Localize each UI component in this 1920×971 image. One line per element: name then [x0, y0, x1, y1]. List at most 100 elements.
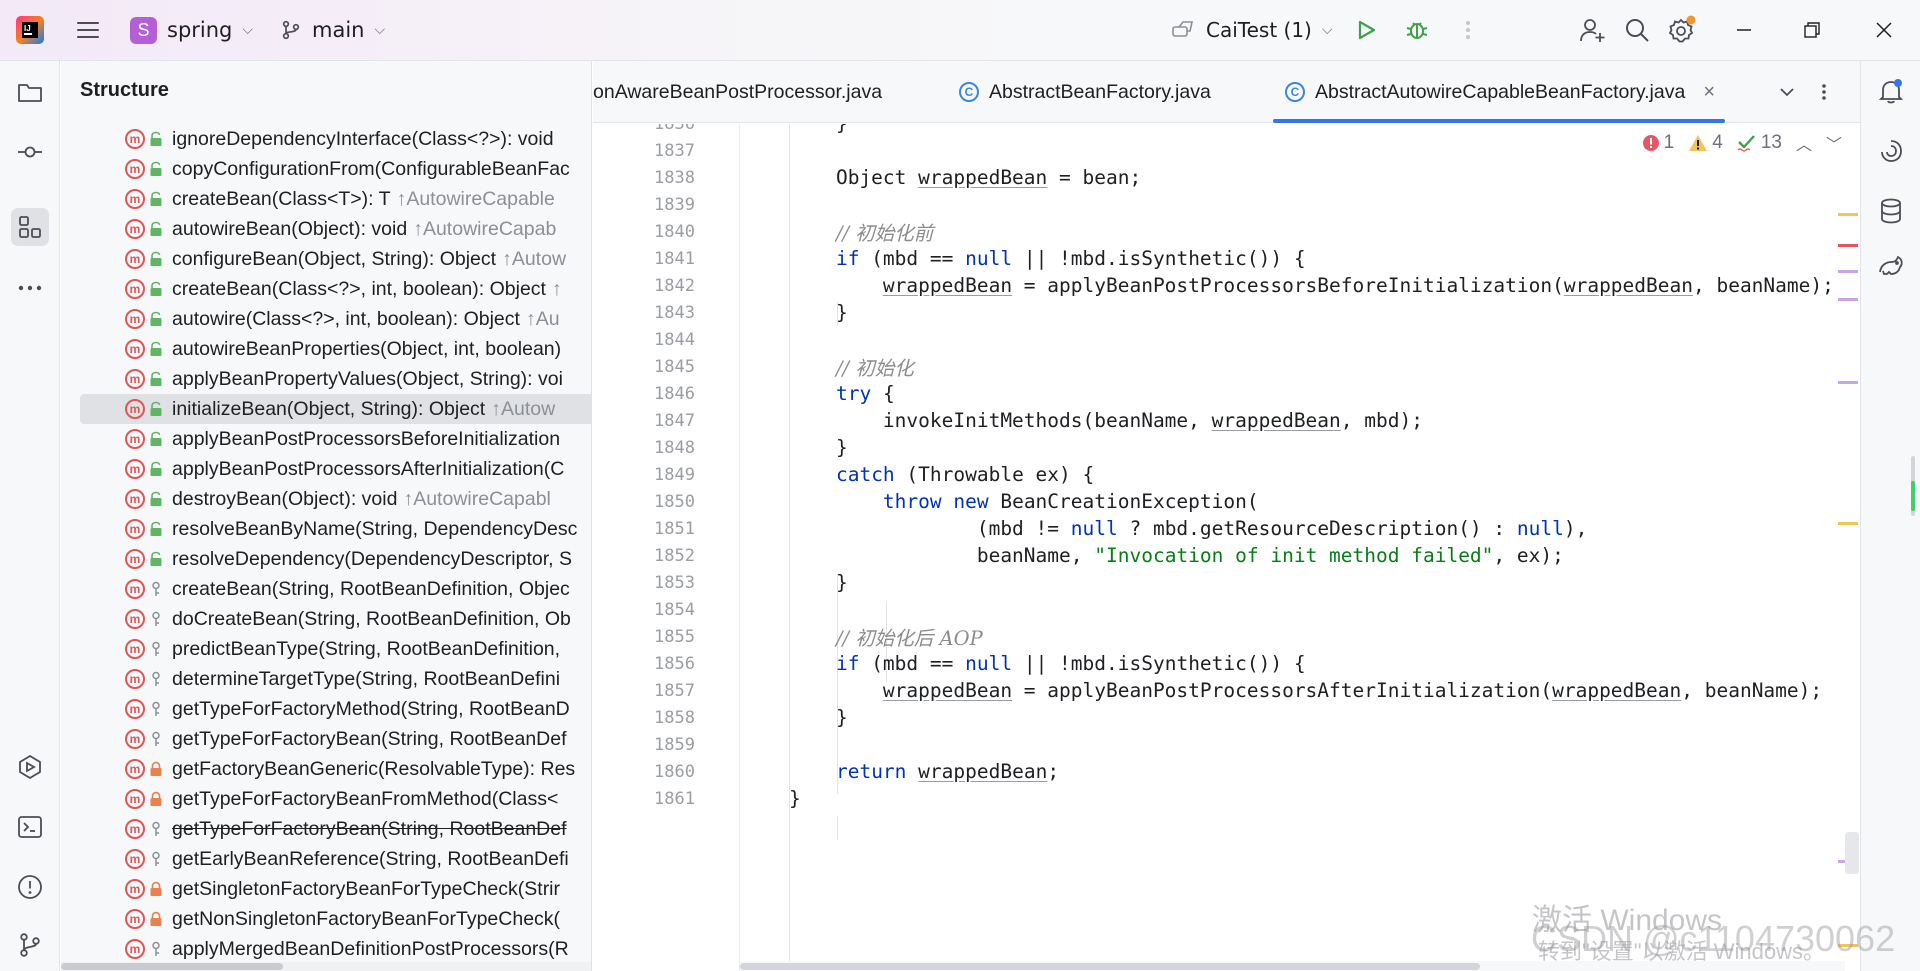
database-icon[interactable] [1873, 193, 1909, 229]
structure-member[interactable]: m doCreateBean(String, RootBeanDefinition… [61, 604, 591, 634]
run-icon[interactable] [1350, 14, 1382, 46]
project-selector[interactable]: S spring ⌵ [130, 14, 253, 46]
protected-visibility-icon [148, 849, 164, 869]
close-window-icon[interactable] [1868, 14, 1900, 46]
structure-member[interactable]: m getTypeForFactoryBeanFromMethod(Class< [61, 784, 591, 814]
line-number: 1838 [654, 167, 695, 188]
project-folder-icon[interactable] [11, 73, 49, 111]
more-actions-icon[interactable] [1452, 14, 1484, 46]
git-branch-icon [282, 20, 300, 40]
app-logo-icon[interactable]: IJ [14, 14, 46, 46]
structure-member[interactable]: m getSingletonFactoryBeanForTypeCheck(Str… [61, 874, 591, 904]
structure-member[interactable]: m applyBeanPostProcessorsAfterInitializat… [61, 454, 591, 484]
project-badge: S [130, 16, 157, 44]
branch-selector[interactable]: main ⌵ [280, 14, 385, 46]
debug-icon[interactable] [1401, 14, 1433, 46]
protected-visibility-icon [148, 579, 164, 599]
structure-member[interactable]: m autowireBean(Object): void ↑AutowireCapa… [61, 214, 591, 244]
structure-horizontal-scrollbar[interactable] [61, 962, 591, 971]
notifications-icon[interactable] [1873, 73, 1909, 109]
main-menu-icon[interactable] [74, 16, 102, 44]
class-icon: C [959, 82, 979, 102]
restore-icon[interactable] [1796, 14, 1828, 46]
warning-marker[interactable] [1838, 522, 1858, 525]
run-config-selector[interactable]: CaiTest (1) ⌵ [1170, 14, 1332, 46]
add-user-icon[interactable] [1576, 14, 1608, 46]
title-bar: IJ S spring ⌵ main ⌵ CaiTest (1) ⌵ [0, 0, 1920, 61]
chevron-down-icon: ⌵ [242, 22, 254, 38]
more-tools-icon[interactable] [11, 269, 49, 307]
structure-member[interactable]: m ignoreDependencyInterface(Class<?>): vo… [61, 124, 591, 154]
search-icon[interactable] [1621, 14, 1653, 46]
previous-highlight-icon[interactable]: ︿ [1796, 131, 1812, 155]
tab-abstract-autowire-capable-bean-factory[interactable]: C AbstractAutowireCapableBeanFactory.jav… [1273, 61, 1726, 123]
code-text: catch (Throwable ex) { [835, 463, 1095, 486]
chevron-down-icon: ⌵ [1321, 22, 1333, 38]
structure-member[interactable]: m applyMergedBeanDefinitionPostProcessors… [61, 934, 591, 964]
structure-member[interactable]: m getTypeForFactoryBean(String, RootBeanD… [61, 814, 591, 844]
method-icon: m [125, 519, 145, 539]
structure-member[interactable]: m getEarlyBeanReference(String, RootBeanD… [61, 844, 591, 874]
line-number: 1861 [654, 788, 695, 809]
warning-marker[interactable] [1838, 213, 1858, 216]
structure-member[interactable]: m createBean(String, RootBeanDefinition, … [61, 574, 591, 604]
terminal-icon[interactable] [11, 808, 49, 846]
tab-label: AbstractAutowireCapableBeanFactory.java [1315, 80, 1686, 103]
warnings-count[interactable]: 4 [1688, 132, 1723, 154]
tab-instantiation-aware-bpp[interactable]: onAwareBeanPostProcessor.java [593, 61, 893, 123]
structure-member[interactable]: m resolveBeanByName(String, DependencyDes… [61, 514, 591, 544]
member-inherited-from: ↑ [551, 277, 562, 300]
code-text: wrappedBean = applyBeanPostProcessorsAft… [882, 679, 1823, 702]
errors-count[interactable]: 1 [1642, 132, 1674, 154]
member-signature: configureBean(Object, String): Object [172, 247, 497, 270]
protected-visibility-icon [148, 699, 164, 719]
services-icon[interactable] [11, 748, 49, 786]
tab-options-icon[interactable] [1821, 61, 1827, 123]
structure-member[interactable]: m copyConfigurationFrom(ConfigurableBeanF… [61, 154, 591, 184]
structure-member[interactable]: m getFactoryBeanGeneric(ResolvableType): … [61, 754, 591, 784]
structure-member[interactable]: m autowire(Class<?>, int, boolean): Objec… [61, 304, 591, 334]
structure-member[interactable]: m getNonSingletonFactoryBeanForTypeCheck( [61, 904, 591, 934]
structure-member[interactable]: m predictBeanType(String, RootBeanDefinit… [61, 634, 591, 664]
maven-gradle-icon[interactable] [1873, 248, 1909, 284]
code-line[interactable]: 1861} [593, 782, 1860, 815]
commit-icon[interactable] [11, 133, 49, 171]
structure-member[interactable]: m applyBeanPostProcessorsBeforeInitializa… [61, 424, 591, 454]
settings-icon[interactable] [1665, 14, 1697, 46]
info-marker[interactable] [1838, 381, 1858, 384]
structure-member[interactable]: m applyBeanPropertyValues(Object, String)… [61, 364, 591, 394]
member-inherited-from: ↑AutowireCapab [413, 217, 557, 240]
structure-member[interactable]: m getTypeForFactoryMethod(String, RootBea… [61, 694, 591, 724]
structure-tool-icon[interactable] [11, 208, 49, 246]
minimize-icon[interactable] [1728, 14, 1760, 46]
next-highlight-icon[interactable]: ﹀ [1826, 131, 1842, 155]
structure-member[interactable]: m getTypeForFactoryBean(String, RootBeanD… [61, 724, 591, 754]
error-icon [1642, 135, 1659, 151]
close-tab-icon[interactable]: × [1703, 81, 1715, 104]
structure-title: Structure [80, 79, 169, 101]
structure-member[interactable]: m createBean(Class<T>): T ↑AutowireCapable [61, 184, 591, 214]
inspection-widget[interactable]: 1 4 13 ︿ ﹀ [1641, 124, 1860, 162]
problems-icon[interactable] [11, 868, 49, 906]
member-signature: getTypeForFactoryBean(String, RootBeanDe… [172, 817, 567, 840]
git-icon[interactable] [11, 926, 49, 964]
structure-member[interactable]: m destroyBean(Object): void ↑AutowireCapab… [61, 484, 591, 514]
structure-member[interactable]: m autowireBeanProperties(Object, int, boo… [61, 334, 591, 364]
error-marker[interactable] [1838, 244, 1858, 247]
code-editor[interactable]: 1836 } 1837 1838 Object wrappedBean = bean… [593, 124, 1860, 971]
structure-member[interactable]: m initializeBean(Object, String): Object ↑… [80, 394, 591, 424]
structure-member[interactable]: m configureBean(Object, String): Object ↑A… [61, 244, 591, 274]
tab-abstract-bean-factory[interactable]: C AbstractBeanFactory.java [959, 61, 1211, 123]
ai-assistant-icon[interactable] [1873, 133, 1909, 169]
info-marker[interactable] [1838, 298, 1858, 301]
tab-list-dropdown-icon[interactable] [1777, 61, 1797, 123]
member-signature: applyBeanPostProcessorsAfterInitializati… [172, 457, 565, 480]
structure-member[interactable]: m determineTargetType(String, RootBeanDef… [61, 664, 591, 694]
vertical-scrollbar-thumb[interactable] [1845, 832, 1859, 874]
typos-count[interactable]: 13 [1737, 132, 1782, 154]
member-signature: getTypeForFactoryBeanFromMethod(Class< [172, 787, 559, 810]
info-marker[interactable] [1838, 270, 1858, 273]
line-number: 1855 [654, 626, 695, 647]
structure-member[interactable]: m createBean(Class<?>, int, boolean): Obj… [61, 274, 591, 304]
structure-member[interactable]: m resolveDependency(DependencyDescriptor,… [61, 544, 591, 574]
